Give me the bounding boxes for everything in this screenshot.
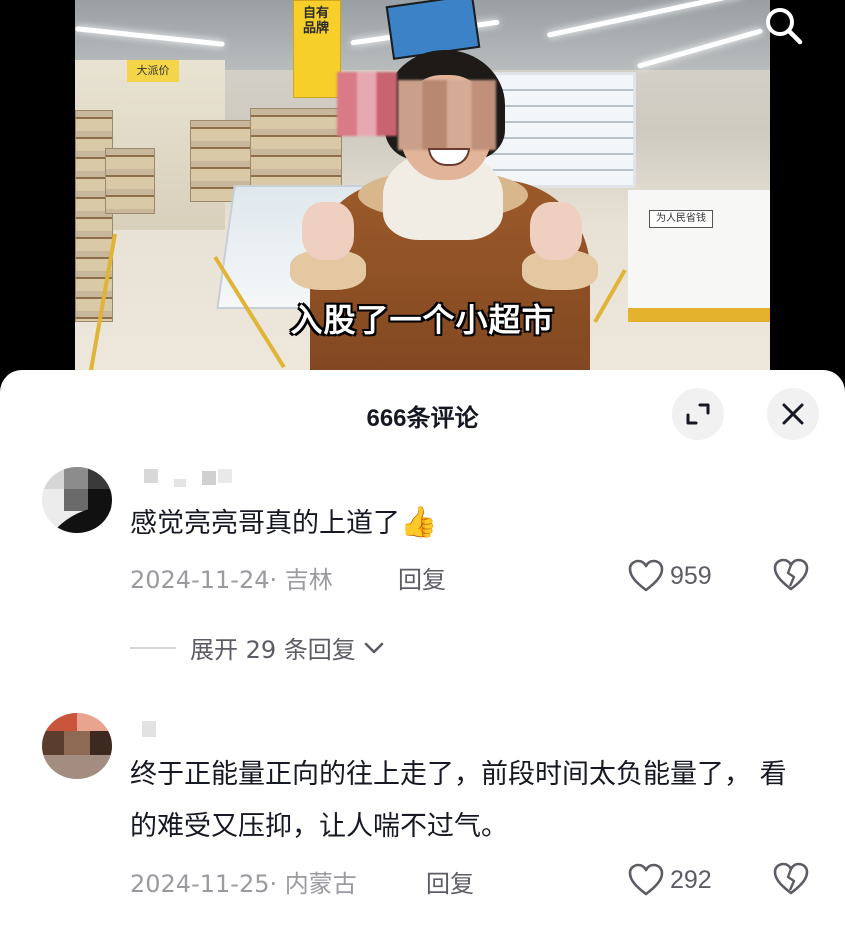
- like-button[interactable]: 292: [628, 862, 712, 898]
- comment-date-location: 2024-11-25· 内蒙古: [130, 870, 357, 898]
- avatar[interactable]: [42, 467, 112, 533]
- username-blurred: [142, 721, 156, 737]
- mosaic-blur: [337, 72, 397, 136]
- like-count: 959: [670, 561, 712, 590]
- raised-fist: [530, 202, 582, 260]
- comment-text: 终于正能量正向的往上走了，前段时间太负能量了， 看的难受又压抑，让人喘不过气。: [130, 759, 787, 842]
- like-button[interactable]: 959: [628, 558, 712, 594]
- store-shelf: [105, 148, 155, 214]
- dislike-button[interactable]: [773, 558, 809, 594]
- close-icon: [782, 403, 804, 425]
- heart-icon: [628, 863, 664, 896]
- expand-replies-label: 展开 29 条回复: [190, 636, 356, 664]
- comment-body: 感觉亮亮哥真的上道了: [130, 508, 400, 539]
- app-screen: 为人民省钱 自有品牌 大派价 入股了一个小超市 666条评论 感觉亮亮哥真的上道…: [0, 0, 845, 931]
- avatar[interactable]: [42, 713, 112, 779]
- chevron-down-icon: [364, 642, 384, 653]
- search-button[interactable]: [760, 2, 806, 48]
- comment-date-location: 2024-11-24· 吉林: [130, 566, 333, 594]
- expand-corners-icon: [686, 403, 710, 425]
- broken-heart-icon: [773, 862, 809, 895]
- close-sheet-button[interactable]: [767, 388, 819, 440]
- video-player[interactable]: 为人民省钱 自有品牌 大派价 入股了一个小超市: [0, 0, 845, 400]
- avatar-image: [42, 713, 112, 779]
- video-frame: 为人民省钱 自有品牌 大派价 入股了一个小超市: [75, 0, 770, 372]
- heart-icon: [628, 559, 664, 592]
- raised-fist: [302, 202, 354, 260]
- avatar-image: [42, 467, 112, 533]
- search-icon: [766, 8, 803, 45]
- face-mosaic: [398, 80, 496, 150]
- counter-sign: 为人民省钱: [649, 210, 713, 228]
- username-blurred: [144, 469, 232, 487]
- divider-line: [130, 646, 176, 649]
- brand-banner-text: 自有品牌: [302, 6, 329, 36]
- dislike-button[interactable]: [773, 862, 809, 898]
- broken-heart-icon: [773, 558, 809, 591]
- reply-button[interactable]: 回复: [426, 864, 474, 899]
- video-caption: 入股了一个小超市: [289, 300, 555, 340]
- reply-button[interactable]: 回复: [398, 560, 446, 595]
- comments-sheet: 666条评论 感觉亮亮哥真的上道了👍 2024-11-24· 吉林 回复 959…: [0, 370, 845, 931]
- expand-sheet-button[interactable]: [672, 388, 724, 440]
- thumbs-up-emoji: 👍: [400, 505, 438, 540]
- comment-text: 感觉亮亮哥真的上道了👍: [130, 497, 810, 550]
- expand-replies-button[interactable]: 展开 29 条回复: [130, 630, 386, 665]
- price-sign: 大派价: [127, 60, 179, 82]
- store-shelf: [75, 110, 113, 322]
- like-count: 292: [670, 865, 712, 894]
